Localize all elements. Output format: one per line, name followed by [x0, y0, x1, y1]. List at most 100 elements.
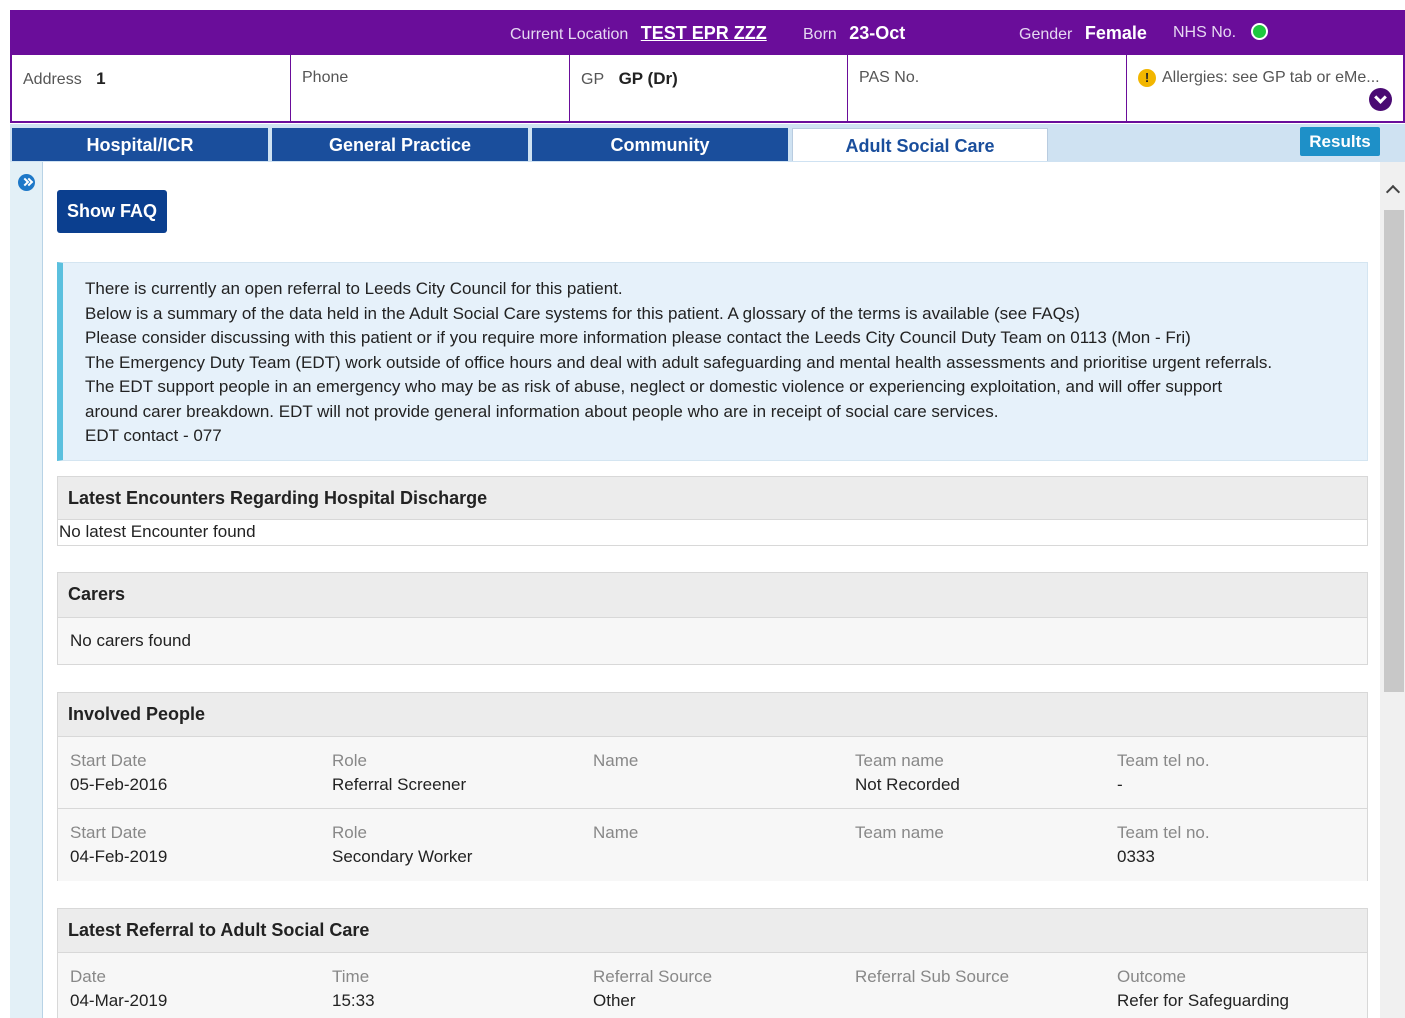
- column-header: Role: [332, 751, 367, 770]
- team-tel-cell: Team tel no. -: [1117, 749, 1367, 797]
- tab-bar: Hospital/ICR General Practice Community …: [10, 124, 1405, 162]
- warning-icon: !: [1138, 69, 1156, 87]
- patient-info-bar: Address 1 Phone GP GP (Dr) PAS No. ! Alle…: [10, 55, 1405, 123]
- cell-value: 0333: [1117, 847, 1155, 866]
- table-row: Date 04-Mar-2019 Time 15:33 Referral Sourc…: [58, 953, 1367, 1018]
- role-cell: Role Referral Screener: [332, 749, 582, 797]
- allergies-text[interactable]: Allergies: see GP tab or eMe...: [1162, 69, 1380, 86]
- expand-banner-chevron-icon[interactable]: [1369, 88, 1392, 111]
- column-header: Start Date: [70, 751, 147, 770]
- table-row: Start Date 05-Feb-2016 Role Referral Scree…: [58, 737, 1367, 809]
- referral-sub-source-cell: Referral Sub Source: [855, 965, 1105, 989]
- start-date-cell: Start Date 04-Feb-2019: [70, 821, 320, 869]
- cell-value: 04-Mar-2019: [70, 991, 168, 1010]
- gender: Gender Female: [1019, 10, 1147, 55]
- expand-sidebar-icon[interactable]: [18, 174, 35, 191]
- born: Born 23-Oct: [803, 10, 905, 55]
- latest-referral-title: Latest Referral to Adult Social Care: [58, 909, 1367, 953]
- cell-value: Secondary Worker: [332, 847, 473, 866]
- born-label: Born: [803, 26, 837, 43]
- table-row: Start Date 04-Feb-2019 Role Secondary Work…: [58, 809, 1367, 881]
- tab-community[interactable]: Community: [532, 128, 788, 161]
- current-location: Current Location TEST EPR ZZZ: [510, 10, 767, 55]
- tab-hospital-icr[interactable]: Hospital/ICR: [12, 128, 268, 161]
- involved-people-panel: Involved People Start Date 05-Feb-2016 Ro…: [57, 692, 1368, 881]
- team-name-cell: Team name: [855, 821, 1105, 845]
- column-header: Team name: [855, 823, 944, 842]
- pas-cell: PAS No.: [848, 55, 1127, 121]
- cell-value: 15:33: [332, 991, 375, 1010]
- cell-value: -: [1117, 775, 1123, 794]
- column-header: Outcome: [1117, 967, 1186, 986]
- cell-value: Referral Screener: [332, 775, 467, 794]
- current-location-link[interactable]: TEST EPR ZZZ: [641, 23, 767, 43]
- cell-value: 04-Feb-2019: [70, 847, 168, 866]
- column-header: Time: [332, 967, 370, 986]
- notice-line: The EDT support people in an emergency w…: [85, 377, 1223, 396]
- phone-cell: Phone: [291, 55, 570, 121]
- column-header: Name: [593, 823, 639, 842]
- column-header: Team tel no.: [1117, 751, 1210, 770]
- scroll-thumb[interactable]: [1384, 210, 1404, 692]
- gp-label: GP: [581, 71, 605, 88]
- cell-value: 05-Feb-2016: [70, 775, 168, 794]
- column-header: Start Date: [70, 823, 147, 842]
- gender-value: Female: [1084, 23, 1147, 43]
- time-cell: Time 15:33: [332, 965, 582, 1013]
- born-value: 23-Oct: [849, 23, 906, 43]
- show-faq-button[interactable]: Show FAQ: [57, 190, 167, 233]
- side-panel-rail: [10, 162, 43, 1018]
- date-cell: Date 04-Mar-2019: [70, 965, 320, 1013]
- column-header: Name: [593, 751, 639, 770]
- column-header: Team name: [855, 751, 944, 770]
- nhs-label: NHS No.: [1173, 24, 1237, 41]
- name-cell: Name: [593, 749, 843, 773]
- carers-panel: Carers No carers found: [57, 572, 1368, 665]
- role-cell: Role Secondary Worker: [332, 821, 582, 869]
- nhs-number: NHS No.: [1173, 10, 1268, 55]
- cell-value: Not Recorded: [855, 775, 960, 794]
- notice-line: There is currently an open referral to L…: [85, 279, 623, 298]
- cell-value: Other: [593, 991, 636, 1010]
- encounters-empty: No latest Encounter found: [59, 522, 256, 541]
- column-header: Team tel no.: [1117, 823, 1210, 842]
- gp-value: GP (Dr): [618, 69, 678, 88]
- scroll-up-icon[interactable]: [1386, 184, 1398, 196]
- notice-line: The Emergency Duty Team (EDT) work outsi…: [85, 352, 1273, 372]
- address-value: 1: [96, 69, 106, 88]
- address-cell: Address 1: [12, 55, 291, 121]
- gender-label: Gender: [1019, 26, 1073, 43]
- notice-line: around carer breakdown. EDT will not pro…: [85, 401, 999, 421]
- tab-adult-social-care[interactable]: Adult Social Care: [792, 128, 1048, 161]
- address-label: Address: [23, 71, 82, 88]
- team-name-cell: Team name Not Recorded: [855, 749, 1105, 797]
- involved-people-title: Involved People: [58, 693, 1367, 737]
- notice-line: Below is a summary of the data held in t…: [85, 303, 1080, 323]
- pas-label: PAS No.: [859, 69, 920, 86]
- latest-referral-panel: Latest Referral to Adult Social Care Dat…: [57, 908, 1368, 1018]
- notice-line: Please consider discussing with this pat…: [85, 328, 1191, 347]
- gp-cell: GP GP (Dr): [570, 55, 848, 121]
- referral-source-cell: Referral Source Other: [593, 965, 843, 1013]
- team-tel-cell: Team tel no. 0333: [1117, 821, 1367, 869]
- column-header: Role: [332, 823, 367, 842]
- column-header: Date: [70, 967, 106, 986]
- carers-title: Carers: [58, 573, 1367, 618]
- start-date-cell: Start Date 05-Feb-2016: [70, 749, 320, 797]
- carers-empty: No carers found: [58, 618, 1367, 664]
- encounters-panel: Latest Encounters Regarding Hospital Dis…: [57, 476, 1368, 546]
- name-cell: Name: [593, 821, 843, 845]
- notice-line: EDT contact - 077: [85, 426, 222, 445]
- referral-notice: There is currently an open referral to L…: [57, 262, 1368, 461]
- phone-label: Phone: [302, 69, 349, 86]
- results-button[interactable]: Results: [1300, 127, 1380, 156]
- tab-general-practice[interactable]: General Practice: [272, 128, 528, 161]
- column-header: Referral Sub Source: [855, 967, 1010, 986]
- patient-banner: Current Location TEST EPR ZZZ Born 23-Oc…: [10, 10, 1405, 55]
- vertical-scrollbar[interactable]: [1380, 162, 1405, 1018]
- current-location-label: Current Location: [510, 26, 629, 43]
- allergies-cell: ! Allergies: see GP tab or eMe...: [1127, 55, 1403, 121]
- encounters-title: Latest Encounters Regarding Hospital Dis…: [58, 477, 1367, 520]
- column-header: Referral Source: [593, 967, 713, 986]
- nhs-status-icon: [1250, 23, 1268, 40]
